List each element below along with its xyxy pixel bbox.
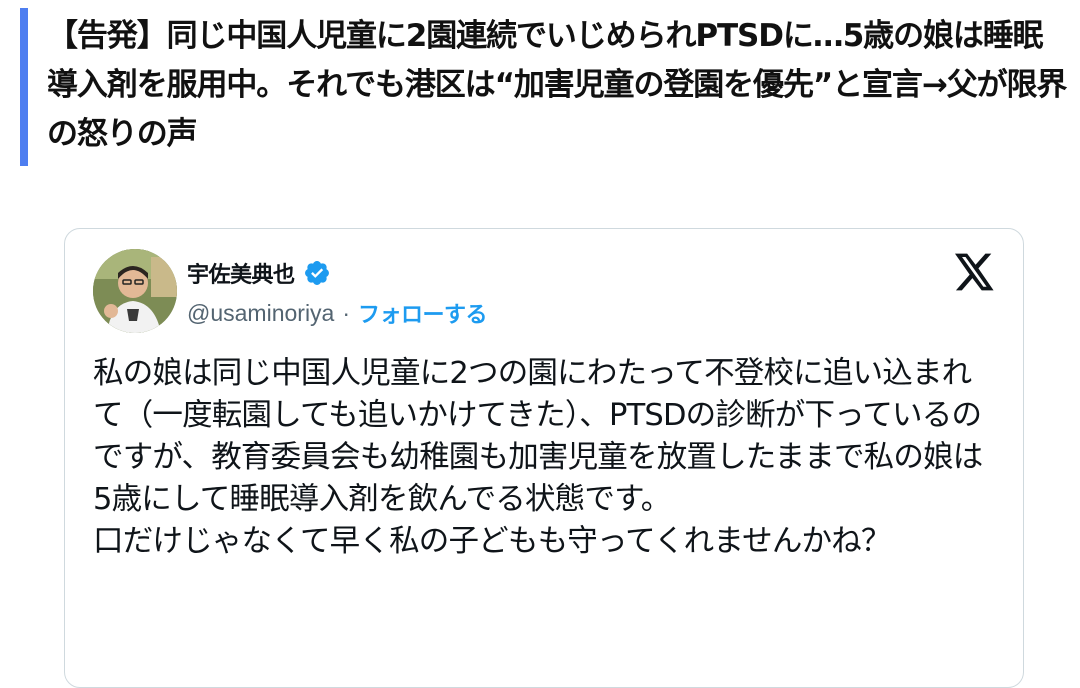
article-headline-block: 【告発】同じ中国人児童に2園連続でいじめられPTSDに…5歳の娘は睡眠導入剤を服… — [20, 8, 1070, 166]
avatar[interactable] — [93, 249, 177, 333]
separator-dot: · — [342, 299, 351, 326]
author-handle-row: @usaminoriya · フォローする — [187, 297, 488, 329]
tweet-text: 私の娘は同じ中国人児童に2つの園にわたって不登校に追い込まれて（一度転園しても追… — [93, 356, 983, 559]
verified-badge-icon — [303, 259, 331, 287]
article-headline: 【告発】同じ中国人児童に2園連続でいじめられPTSDに…5歳の娘は睡眠導入剤を服… — [47, 18, 1067, 152]
author-name-row: 宇佐美典也 — [187, 257, 331, 289]
avatar-image — [93, 249, 177, 333]
author-handle[interactable]: @usaminoriya — [187, 300, 334, 327]
x-logo-icon[interactable] — [955, 253, 995, 291]
author-display-name[interactable]: 宇佐美典也 — [187, 257, 295, 289]
follow-button[interactable]: フォローする — [358, 297, 488, 329]
embedded-tweet-card[interactable]: 宇佐美典也 @usaminoriya · フォローする 私の娘は同じ中国人児童に… — [64, 228, 1024, 688]
